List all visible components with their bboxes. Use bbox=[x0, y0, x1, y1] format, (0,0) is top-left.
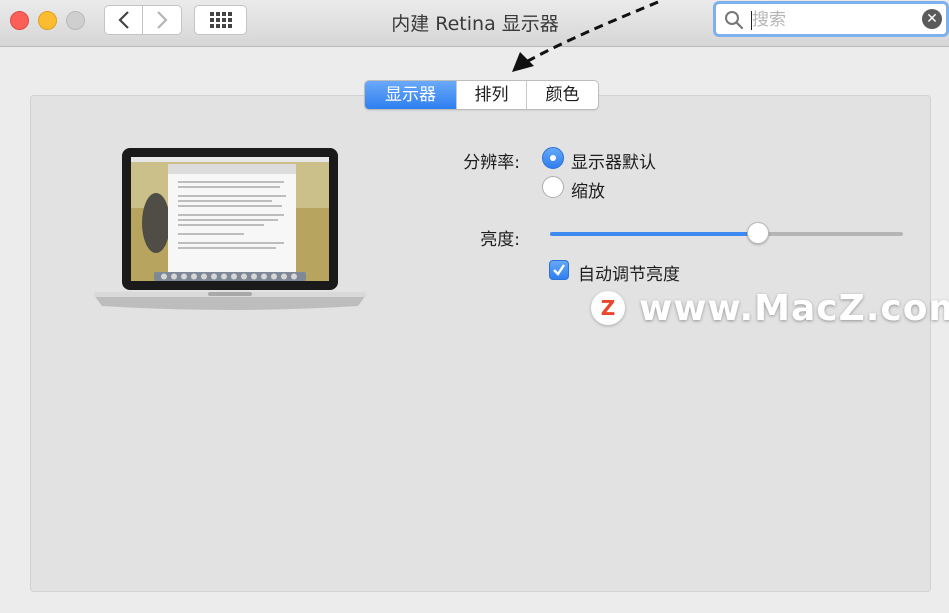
radio-scaled[interactable] bbox=[542, 176, 564, 198]
watermark-logo-letter: Z bbox=[601, 296, 616, 320]
tab-display[interactable]: 显示器 bbox=[365, 81, 456, 109]
forward-button[interactable] bbox=[143, 5, 182, 35]
brightness-slider-fill bbox=[550, 232, 759, 236]
resolution-label: 分辨率: bbox=[463, 153, 520, 173]
show-all-grid-icon bbox=[209, 12, 232, 28]
tab-arrangement[interactable]: 排列 bbox=[456, 81, 526, 109]
segmented-tabs: 显示器 排列 颜色 bbox=[364, 80, 599, 110]
watermark-text: www.MacZ.com bbox=[639, 287, 949, 329]
search-field[interactable]: ✕ bbox=[713, 1, 949, 37]
brightness-label: 亮度: bbox=[480, 230, 520, 250]
back-button[interactable] bbox=[104, 5, 143, 35]
radio-default-display[interactable] bbox=[542, 147, 564, 169]
watermark-logo: Z bbox=[591, 291, 625, 325]
search-input[interactable] bbox=[752, 8, 912, 32]
watermark: Z www.MacZ.com bbox=[591, 287, 949, 329]
close-window-button[interactable] bbox=[10, 11, 29, 30]
option-scaled-label[interactable]: 缩放 bbox=[571, 177, 605, 202]
brightness-slider[interactable] bbox=[550, 222, 903, 244]
checkmark-icon bbox=[553, 264, 565, 276]
watermark-logo-icon: Z bbox=[593, 293, 623, 323]
minimize-window-button[interactable] bbox=[38, 11, 57, 30]
arrow-annotation-icon bbox=[512, 0, 659, 72]
zoom-window-button[interactable] bbox=[66, 11, 85, 30]
clear-search-icon[interactable]: ✕ bbox=[922, 9, 942, 29]
tab-color[interactable]: 颜色 bbox=[526, 81, 598, 109]
search-icon bbox=[725, 11, 744, 30]
option-default-display-label[interactable]: 显示器默认 bbox=[571, 148, 656, 173]
title-bar: 内建 Retina 显示器 ✕ bbox=[0, 0, 949, 47]
back-chevron-icon bbox=[117, 11, 129, 29]
laptop-illustration bbox=[94, 148, 366, 310]
auto-brightness-checkbox[interactable] bbox=[549, 260, 569, 280]
auto-brightness-label[interactable]: 自动调节亮度 bbox=[578, 260, 680, 285]
show-all-button[interactable] bbox=[194, 5, 247, 35]
forward-chevron-icon bbox=[157, 11, 168, 29]
